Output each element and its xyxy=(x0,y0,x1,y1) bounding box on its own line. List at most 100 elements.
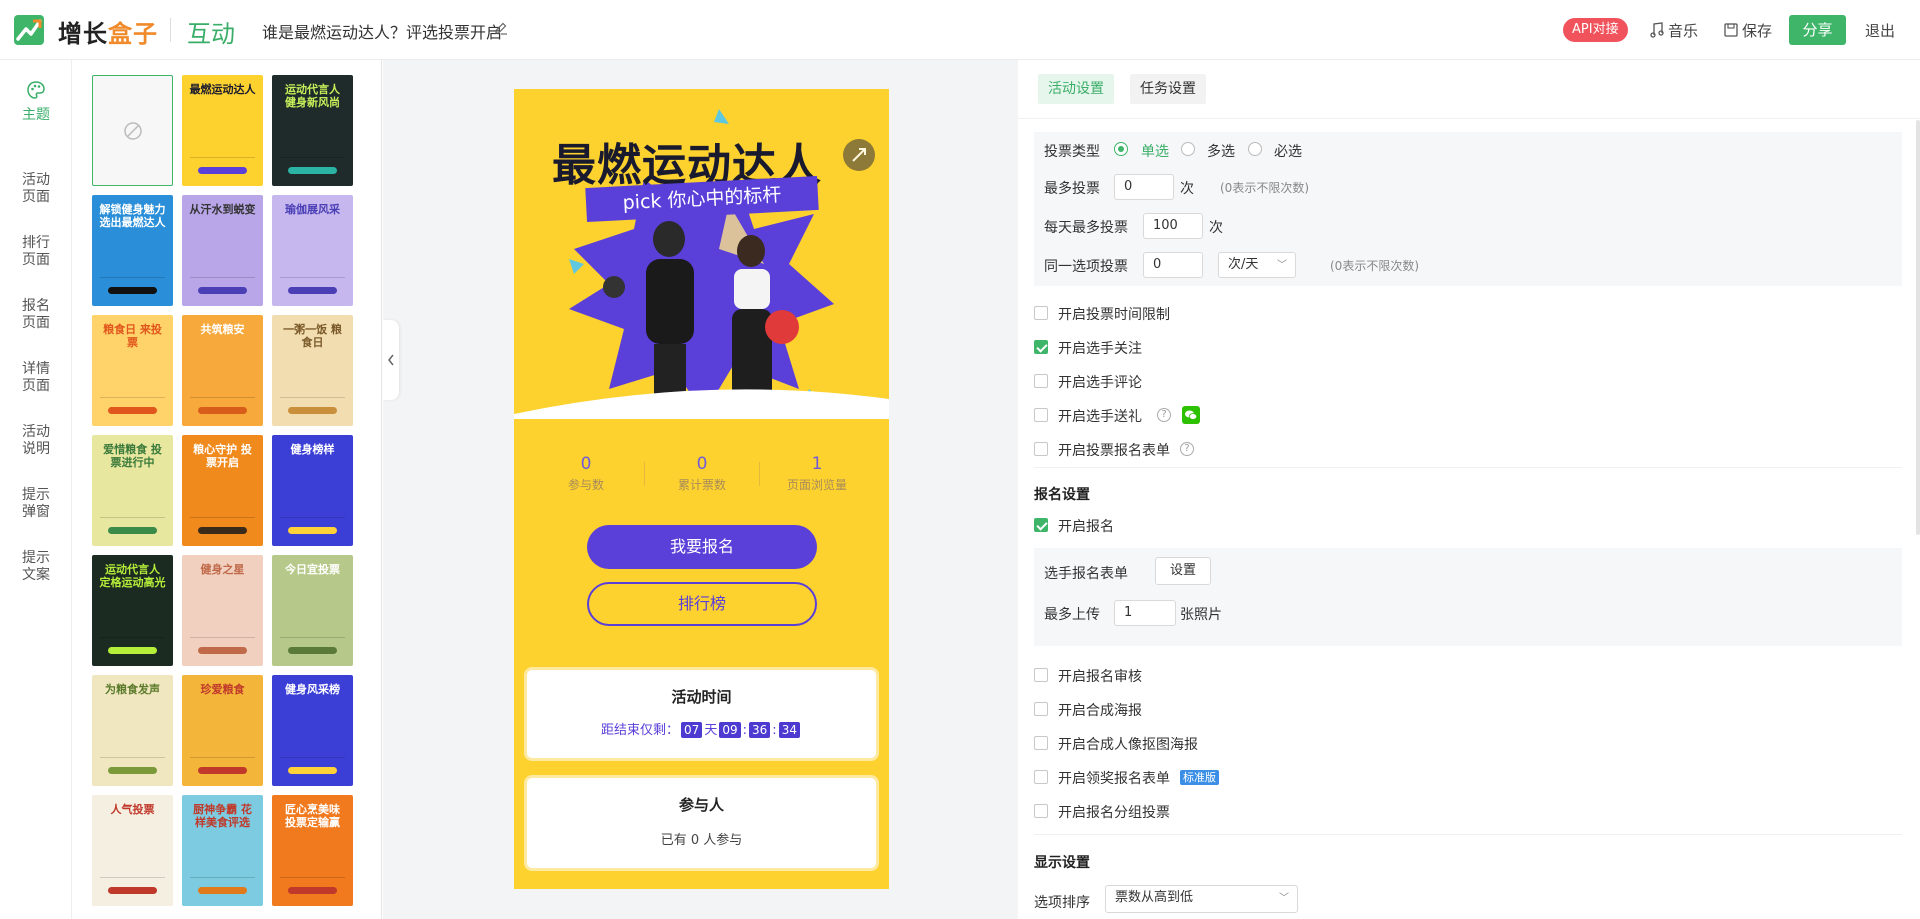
template-thumb[interactable]: 粮心守护 投票开启 xyxy=(182,435,263,546)
nav-rank-page[interactable]: 排行页面 xyxy=(0,235,72,269)
help-icon[interactable]: ? xyxy=(1157,408,1171,422)
radio-single-label[interactable]: 单选 xyxy=(1141,141,1169,161)
exit-button[interactable]: 退出 xyxy=(1865,20,1895,41)
checkbox-vote-form[interactable] xyxy=(1034,442,1048,456)
edit-icon[interactable] xyxy=(494,21,508,35)
max-vote-input[interactable]: 0 xyxy=(1114,174,1174,200)
wechat-icon xyxy=(1182,406,1200,424)
divider xyxy=(1034,834,1902,835)
checkbox-vote-time-limit[interactable] xyxy=(1034,306,1048,320)
same-option-input[interactable]: 0 xyxy=(1143,252,1203,278)
poster-label[interactable]: 开启合成海报 xyxy=(1058,700,1142,720)
display-section-title: 显示设置 xyxy=(1034,855,1090,871)
template-thumb[interactable]: 健身风采榜 xyxy=(272,675,353,786)
template-button-preview xyxy=(288,527,337,534)
follow-label[interactable]: 开启选手关注 xyxy=(1058,338,1142,358)
save-button[interactable]: 保存 xyxy=(1724,19,1772,41)
nav-tip-popup[interactable]: 提示弹窗 xyxy=(0,487,72,521)
group-vote-label[interactable]: 开启报名分组投票 xyxy=(1058,802,1170,822)
settings-scrollbar[interactable] xyxy=(1916,120,1920,535)
nav-detail-page[interactable]: 详情页面 xyxy=(0,361,72,395)
module-name[interactable]: 互动 xyxy=(187,14,235,49)
template-thumb[interactable]: 从汗水到蜕变 xyxy=(182,195,263,306)
nav-activity-page[interactable]: 活动页面 xyxy=(0,172,72,206)
template-thumb[interactable]: 瑜伽展风采 xyxy=(272,195,353,306)
participants-text: 已有 0 人参与 xyxy=(660,833,743,848)
portrait-poster-label[interactable]: 开启合成人像抠图海报 xyxy=(1058,734,1198,754)
checkbox-comment[interactable] xyxy=(1034,374,1048,388)
nav-tip-text[interactable]: 提示文案 xyxy=(0,550,72,584)
collapse-handle[interactable] xyxy=(383,320,399,400)
nav-theme[interactable]: 主题 xyxy=(0,107,72,124)
same-option-label: 同一选项投票 xyxy=(1044,259,1128,275)
countdown-minutes: 36 xyxy=(749,722,771,738)
divider xyxy=(280,877,345,878)
checkbox-award-form[interactable] xyxy=(1034,770,1048,784)
brand-name: 增长盒子 xyxy=(58,14,158,49)
divider xyxy=(1018,118,1920,119)
radio-multi[interactable] xyxy=(1181,142,1195,156)
vote-form-label[interactable]: 开启投票报名表单 xyxy=(1058,440,1170,460)
daily-max-input[interactable]: 100 xyxy=(1143,213,1203,239)
template-thumb[interactable]: 运动代言人 健身新风尚 xyxy=(272,75,353,186)
template-thumb[interactable]: 共筑粮安 xyxy=(182,315,263,426)
activity-title[interactable]: 谁是最燃运动达人？评选投票开启 xyxy=(262,19,502,43)
share-button[interactable]: 分享 xyxy=(1789,15,1846,45)
tab-task-settings[interactable]: 任务设置 xyxy=(1130,74,1206,104)
template-title: 匠心烹美味 投票定输赢 xyxy=(285,803,340,829)
signup-button[interactable]: 我要报名 xyxy=(587,525,817,569)
template-thumb[interactable]: 珍爱粮食 xyxy=(182,675,263,786)
api-badge[interactable]: API对接 xyxy=(1563,18,1628,42)
rank-button[interactable]: 排行榜 xyxy=(587,582,817,626)
chevron-left-icon xyxy=(388,354,394,366)
signup-enable-label[interactable]: 开启报名 xyxy=(1058,516,1114,536)
nav-activity-desc[interactable]: 活动说明 xyxy=(0,424,72,458)
template-button-preview xyxy=(288,167,337,174)
template-thumb[interactable]: 匠心烹美味 投票定输赢 xyxy=(272,795,353,906)
signup-section-title: 报名设置 xyxy=(1034,487,1090,503)
checkbox-follow[interactable] xyxy=(1034,340,1048,354)
signup-form-settings-button[interactable]: 设置 xyxy=(1155,557,1211,585)
music-button[interactable]: 音乐 xyxy=(1650,19,1698,41)
radio-single[interactable] xyxy=(1114,142,1128,156)
template-thumb[interactable]: 健身榜样 xyxy=(272,435,353,546)
checkbox-poster[interactable] xyxy=(1034,702,1048,716)
divider xyxy=(100,517,165,518)
checkbox-group-vote[interactable] xyxy=(1034,804,1048,818)
template-thumb[interactable]: 今日宜投票 xyxy=(272,555,353,666)
checkbox-signup[interactable] xyxy=(1034,518,1048,532)
sort-select[interactable]: 票数从高到低 ﹀ xyxy=(1105,885,1298,913)
template-thumb[interactable]: 健身之星 xyxy=(182,555,263,666)
tab-activity-settings[interactable]: 活动设置 xyxy=(1038,74,1114,104)
vote-time-limit-label[interactable]: 开启投票时间限制 xyxy=(1058,304,1170,324)
gift-label[interactable]: 开启选手送礼 xyxy=(1058,406,1142,426)
template-thumb[interactable]: 粮食日 来投票 xyxy=(92,315,173,426)
template-thumb[interactable]: 最燃运动达人 xyxy=(182,75,263,186)
divider xyxy=(644,462,645,486)
template-thumb[interactable]: 人气投票 xyxy=(92,795,173,906)
same-option-select[interactable]: 次/天 ﹀ xyxy=(1218,252,1296,278)
upload-input[interactable]: 1 xyxy=(1114,600,1176,626)
template-thumb[interactable]: 爱惜粮食 投票进行中 xyxy=(92,435,173,546)
template-thumb[interactable]: 一粥一饭 粮食日 xyxy=(272,315,353,426)
radio-required-label[interactable]: 必选 xyxy=(1274,141,1302,161)
palette-icon xyxy=(27,81,45,99)
comment-label[interactable]: 开启选手评论 xyxy=(1058,372,1142,392)
checkbox-signup-review[interactable] xyxy=(1034,668,1048,682)
template-button-preview xyxy=(198,887,247,894)
stat-label: 页面浏览量 xyxy=(786,478,847,492)
help-icon[interactable]: ? xyxy=(1180,442,1194,456)
template-none[interactable] xyxy=(92,75,173,186)
radio-multi-label[interactable]: 多选 xyxy=(1207,141,1235,161)
template-thumb[interactable]: 厨神争霸 花样美食评选 xyxy=(182,795,263,906)
checkbox-gift[interactable] xyxy=(1034,408,1048,422)
template-thumb[interactable]: 解锁健身魅力 选出最燃达人 xyxy=(92,195,173,306)
signup-review-label[interactable]: 开启报名审核 xyxy=(1058,666,1142,686)
checkbox-portrait-poster[interactable] xyxy=(1034,736,1048,750)
share-float-button[interactable] xyxy=(843,139,875,171)
template-thumb[interactable]: 运动代言人 定格运动高光 xyxy=(92,555,173,666)
award-form-label[interactable]: 开启领奖报名表单 xyxy=(1058,768,1170,788)
nav-signup-page[interactable]: 报名页面 xyxy=(0,298,72,332)
radio-required[interactable] xyxy=(1248,142,1262,156)
template-thumb[interactable]: 为粮食发声 xyxy=(92,675,173,786)
